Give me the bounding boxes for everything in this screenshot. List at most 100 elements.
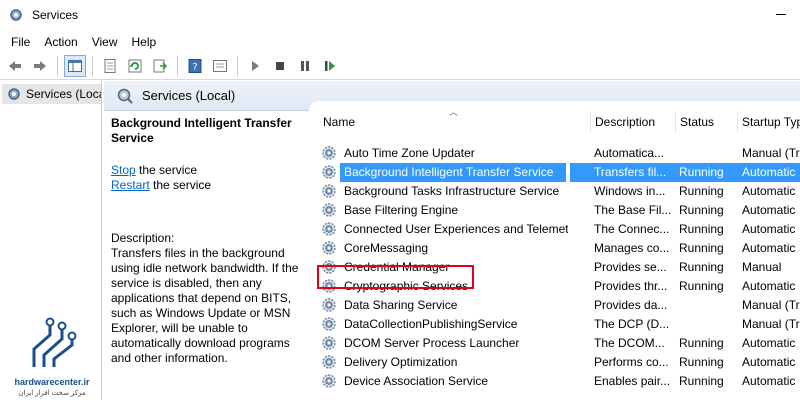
service-row[interactable]: Background Tasks Infrastructure Service W… (309, 182, 800, 201)
service-name: DataCollectionPublishingService (344, 317, 518, 331)
highlight-box (317, 265, 474, 289)
service-description: Manages co... (594, 241, 670, 255)
menu-file[interactable]: File (4, 35, 37, 49)
service-row[interactable]: Background Intelligent Transfer Service T… (309, 163, 800, 182)
view-button[interactable] (209, 55, 231, 77)
service-status: Running (679, 241, 724, 255)
help-icon: ? (188, 59, 202, 73)
service-startup-type: Automatic (742, 222, 796, 236)
column-header-description[interactable]: Description (591, 111, 655, 133)
stop-suffix: the service (135, 163, 198, 177)
service-startup-type: Manual (Tr (742, 146, 800, 160)
export-list-button[interactable] (149, 55, 171, 77)
column-headers: ︿ Name Description Status Startup Type (309, 101, 800, 143)
service-status: Running (679, 355, 724, 369)
menu-bar: File Action View Help (0, 30, 800, 53)
back-arrow-icon (9, 61, 21, 71)
service-row[interactable]: Auto Time Zone Updater Automatica... Manua… (309, 144, 800, 163)
service-description: The Base Fil... (594, 203, 672, 217)
forward-button[interactable] (29, 55, 51, 77)
service-startup-type: Automatic (742, 203, 796, 217)
service-status: Running (679, 260, 724, 274)
tree-item-services-local[interactable]: Services (Local) (2, 84, 101, 104)
toolbar-separator (92, 56, 93, 76)
pause-icon (301, 61, 309, 71)
service-row[interactable]: Delivery Optimization Performs co... Runni… (309, 353, 800, 372)
service-name: Data Sharing Service (344, 298, 458, 312)
description-label: Description: (111, 231, 175, 245)
minimize-button[interactable] (776, 14, 786, 15)
service-gear-icon (322, 374, 336, 388)
service-description: Enables pair... (594, 374, 671, 388)
column-header-startup-type[interactable]: Startup Type (738, 111, 800, 133)
service-name: Base Filtering Engine (344, 203, 459, 217)
service-status: Running (679, 165, 724, 179)
service-row[interactable]: DataCollectionPublishingService The DCP (… (309, 315, 800, 334)
stop-link[interactable]: Stop (111, 163, 136, 177)
toolbar-separator (57, 56, 58, 76)
title-bar: Services (0, 0, 800, 30)
toolbar-separator (177, 56, 178, 76)
show-hide-console-tree-button[interactable] (64, 55, 86, 77)
menu-help[interactable]: Help (125, 35, 164, 49)
service-gear-icon (322, 184, 336, 198)
service-row[interactable]: DCOM Server Process Launcher The DCOM... R… (309, 334, 800, 353)
service-row[interactable]: Base Filtering Engine The Base Fil... Runn… (309, 201, 800, 220)
services-panel: Services (Local) Background Intelligent … (104, 81, 800, 400)
restart-link[interactable]: Restart (111, 178, 150, 192)
description-pane: Background Intelligent Transfer Service … (104, 111, 308, 400)
start-service-button[interactable] (244, 55, 266, 77)
toolbar: ? (0, 53, 800, 80)
service-description: The DCP (D... (594, 317, 670, 331)
service-row[interactable]: Device Association Service Enables pair..… (309, 372, 800, 391)
watermark-tagline: مرکز سخت افزار ایران (18, 390, 86, 397)
back-button[interactable] (4, 55, 26, 77)
service-description: Automatica... (594, 146, 665, 160)
restart-service-button[interactable] (319, 55, 341, 77)
pause-service-button[interactable] (294, 55, 316, 77)
view-icon (213, 60, 227, 72)
service-name: Device Association Service (344, 374, 489, 388)
service-gear-icon (322, 355, 336, 369)
column-header-name[interactable]: Name (319, 111, 355, 133)
service-startup-type: Manual (Tr (742, 317, 800, 331)
service-status: Running (679, 374, 724, 388)
help-button[interactable]: ? (184, 55, 206, 77)
service-startup-type: Automatic (742, 184, 796, 198)
service-name: Auto Time Zone Updater (344, 146, 475, 160)
properties-button[interactable] (99, 55, 121, 77)
stop-icon (276, 62, 284, 70)
service-row[interactable]: CoreMessaging Manages co... Running Automat… (309, 239, 800, 258)
service-description: Provides thr... (594, 279, 668, 293)
service-gear-icon (322, 165, 336, 179)
service-status: Running (679, 203, 724, 217)
selected-service-title: Background Intelligent Transfer Service (111, 116, 292, 145)
forward-arrow-icon (34, 61, 46, 71)
service-status: Running (679, 222, 724, 236)
services-gear-icon (8, 88, 20, 100)
stop-service-button[interactable] (269, 55, 291, 77)
watermark-logo: hardwarecenter.ir مرکز سخت افزار ایران (4, 315, 100, 400)
service-row[interactable]: Data Sharing Service Provides da... Manual… (309, 296, 800, 315)
refresh-button[interactable] (124, 55, 146, 77)
console-tree-icon (68, 60, 82, 72)
service-gear-icon (322, 203, 336, 217)
menu-view[interactable]: View (85, 35, 125, 49)
toolbar-separator (237, 56, 238, 76)
services-list: ︿ Name Description Status Startup Type A… (309, 101, 800, 400)
service-gear-icon (322, 317, 336, 331)
description-text: Transfers files in the background using … (111, 246, 299, 365)
column-header-status[interactable]: Status (676, 111, 714, 133)
stop-action: Stop the service (111, 163, 301, 178)
service-row[interactable]: Connected User Experiences and Telemetry… (309, 220, 800, 239)
restart-suffix: the service (149, 178, 212, 192)
play-icon (252, 61, 259, 71)
sort-ascending-icon: ︿ (449, 107, 459, 117)
restart-action: Restart the service (111, 178, 301, 193)
service-status (679, 144, 739, 163)
service-status (679, 315, 739, 334)
service-description: Transfers fil... (594, 165, 667, 179)
service-description: Performs co... (594, 355, 669, 369)
service-gear-icon (322, 336, 336, 350)
menu-action[interactable]: Action (37, 35, 84, 49)
